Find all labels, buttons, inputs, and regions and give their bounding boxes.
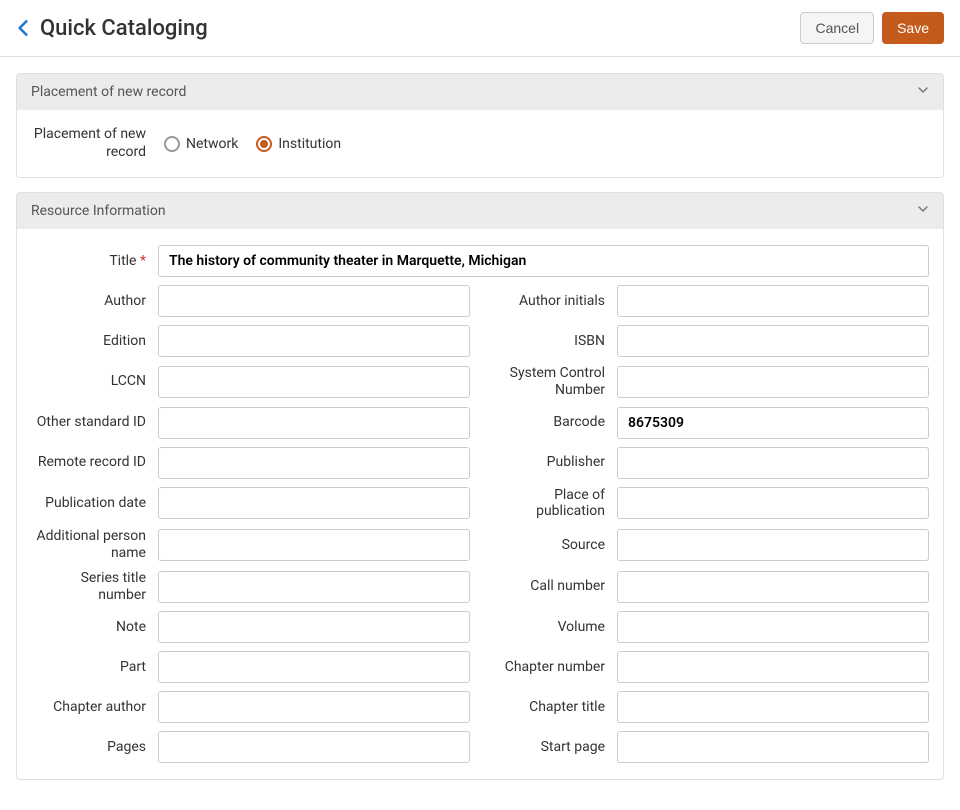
placement-label: Placement of new record [31, 126, 146, 161]
section-placement: Placement of new record Placement of new… [16, 73, 944, 178]
label-additional-person-name: Additional person name [31, 528, 146, 562]
input-system-control-number[interactable] [617, 366, 929, 398]
row-other-standard-id: Other standard ID Barcode [31, 407, 929, 439]
label-barcode: Barcode [490, 414, 605, 431]
label-source: Source [490, 537, 605, 554]
back-arrow-icon[interactable] [16, 19, 30, 37]
input-publisher[interactable] [617, 447, 929, 479]
save-button[interactable]: Save [882, 12, 944, 44]
row-lccn: LCCN System Control Number [31, 365, 929, 399]
section-resource-header[interactable]: Resource Information [17, 193, 943, 229]
input-note[interactable] [158, 611, 470, 643]
section-placement-header[interactable]: Placement of new record [17, 74, 943, 110]
input-place-of-publication[interactable] [617, 487, 929, 519]
label-other-standard-id: Other standard ID [31, 414, 146, 431]
input-start-page[interactable] [617, 731, 929, 763]
label-title: Title * [31, 253, 146, 270]
input-isbn[interactable] [617, 325, 929, 357]
label-part: Part [31, 659, 146, 676]
input-publication-date[interactable] [158, 487, 470, 519]
label-edition: Edition [31, 333, 146, 350]
input-author[interactable] [158, 285, 470, 317]
radio-network-label: Network [186, 136, 238, 152]
content-area: Placement of new record Placement of new… [0, 57, 960, 810]
input-chapter-author[interactable] [158, 691, 470, 723]
row-series-title-number: Series title number Call number [31, 570, 929, 604]
input-title[interactable] [158, 245, 929, 277]
label-isbn: ISBN [490, 333, 605, 350]
label-pages: Pages [31, 739, 146, 756]
label-author-initials: Author initials [490, 293, 605, 310]
section-placement-body: Placement of new record Network Institut… [17, 110, 943, 177]
label-system-control-number: System Control Number [490, 365, 605, 399]
label-title-text: Title [109, 253, 136, 269]
label-remote-record-id: Remote record ID [31, 454, 146, 471]
input-author-initials[interactable] [617, 285, 929, 317]
input-other-standard-id[interactable] [158, 407, 470, 439]
label-call-number: Call number [490, 578, 605, 595]
page-title: Quick Cataloging [40, 16, 208, 41]
placement-radio-group: Network Institution [164, 136, 341, 152]
page-header: Quick Cataloging Cancel Save [0, 0, 960, 57]
label-publisher: Publisher [490, 454, 605, 471]
input-lccn[interactable] [158, 366, 470, 398]
input-chapter-number[interactable] [617, 651, 929, 683]
section-resource-title: Resource Information [31, 203, 166, 219]
row-edition: Edition ISBN [31, 325, 929, 357]
input-edition[interactable] [158, 325, 470, 357]
radio-circle-checked-icon [256, 136, 272, 152]
input-part[interactable] [158, 651, 470, 683]
section-placement-title: Placement of new record [31, 84, 186, 100]
row-title: Title * [31, 245, 929, 277]
row-part: Part Chapter number [31, 651, 929, 683]
radio-institution[interactable]: Institution [256, 136, 341, 152]
label-author: Author [31, 293, 146, 310]
input-barcode[interactable] [617, 407, 929, 439]
header-actions: Cancel Save [800, 12, 944, 44]
radio-network[interactable]: Network [164, 136, 238, 152]
section-resource: Resource Information Title * Auth [16, 192, 944, 780]
cancel-button[interactable]: Cancel [800, 12, 874, 44]
input-call-number[interactable] [617, 571, 929, 603]
label-volume: Volume [490, 619, 605, 636]
label-note: Note [31, 619, 146, 636]
row-author: Author Author initials [31, 285, 929, 317]
chevron-down-icon [917, 203, 929, 219]
label-chapter-title: Chapter title [490, 699, 605, 716]
radio-circle-icon [164, 136, 180, 152]
row-additional-person: Additional person name Source [31, 528, 929, 562]
input-pages[interactable] [158, 731, 470, 763]
placement-row: Placement of new record Network Institut… [31, 126, 929, 161]
row-remote-record-id: Remote record ID Publisher [31, 447, 929, 479]
required-asterisk: * [140, 253, 146, 269]
form-grid: Title * Author Author initials [31, 245, 929, 763]
input-source[interactable] [617, 529, 929, 561]
input-volume[interactable] [617, 611, 929, 643]
input-series-title-number[interactable] [158, 571, 470, 603]
label-chapter-author: Chapter author [31, 699, 146, 716]
label-place-of-publication: Place of publication [490, 487, 605, 521]
input-additional-person-name[interactable] [158, 529, 470, 561]
label-lccn: LCCN [31, 373, 146, 390]
radio-institution-label: Institution [278, 136, 341, 152]
label-start-page: Start page [490, 739, 605, 756]
chevron-down-icon [917, 84, 929, 100]
row-chapter-author: Chapter author Chapter title [31, 691, 929, 723]
label-chapter-number: Chapter number [490, 659, 605, 676]
input-chapter-title[interactable] [617, 691, 929, 723]
header-left: Quick Cataloging [16, 16, 208, 41]
section-resource-body: Title * Author Author initials [17, 229, 943, 779]
label-publication-date: Publication date [31, 495, 146, 512]
row-publication-date: Publication date Place of publication [31, 487, 929, 521]
input-remote-record-id[interactable] [158, 447, 470, 479]
label-series-title-number: Series title number [31, 570, 146, 604]
row-pages: Pages Start page [31, 731, 929, 763]
row-note: Note Volume [31, 611, 929, 643]
